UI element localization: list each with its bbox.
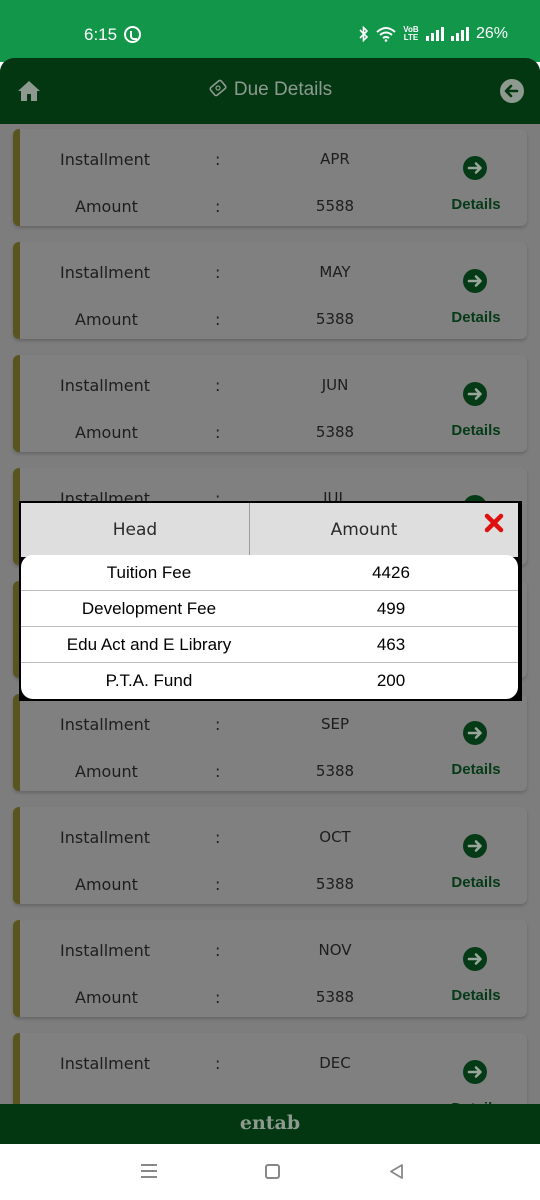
arrow-right-icon[interactable] (463, 834, 487, 858)
amount-label: Amount (75, 197, 138, 216)
colon: : (215, 715, 221, 734)
recent-apps-icon[interactable] (141, 1164, 157, 1178)
fee-amount: 499 (376, 599, 406, 618)
fee-breakdown-modal: Head Amount Tuition Fee 4426 Development F… (19, 501, 522, 701)
details-link[interactable]: Details (445, 196, 507, 213)
volte-badge: VoB LTE (403, 26, 419, 42)
installment-month: DEC (319, 1054, 351, 1072)
amount-value: 5388 (315, 310, 355, 328)
installment-label: Installment (60, 828, 151, 847)
fee-table: Tuition Fee 4426 Development Fee 499 Edu Act… (21, 555, 518, 699)
amount-label: Amount (75, 310, 138, 329)
installment-card: Installment: JUN Amount: 5388 Details (13, 355, 527, 452)
battery-percent: 26% (475, 25, 508, 42)
installment-label: Installment (60, 376, 151, 395)
installment-label: Installment (60, 1054, 151, 1073)
colon: : (215, 423, 221, 442)
amount-label: Amount (75, 423, 138, 442)
fee-row: Edu Act and E Library 463 (21, 627, 518, 663)
colon: : (215, 941, 221, 960)
fee-head: Edu Act and E Library (66, 635, 232, 654)
home-nav-icon[interactable] (265, 1164, 280, 1179)
status-icons: VoB LTE 26% (359, 25, 508, 43)
column-head: Head (112, 520, 158, 540)
installment-card: Installment: SEP Amount: 5388 Details (13, 694, 527, 791)
page-title: Due Details (0, 78, 540, 101)
signal-icon-1 (425, 27, 444, 41)
colon: : (215, 1054, 221, 1073)
ticket-icon (209, 79, 227, 97)
installment-card: Installment: NOV Amount: 5388 Details (13, 920, 527, 1017)
installment-label: Installment (60, 941, 151, 960)
back-nav-icon[interactable] (388, 1163, 405, 1180)
installment-card: Installment: APR Amount: 5588 Details (13, 129, 527, 226)
colon: : (215, 376, 221, 395)
arrow-right-icon[interactable] (463, 269, 487, 293)
colon: : (215, 762, 221, 781)
status-bar: 6:15 VoB LTE 26% (0, 0, 540, 62)
close-icon[interactable] (482, 511, 506, 535)
details-link[interactable]: Details (445, 987, 507, 1004)
amount-label: Amount (75, 762, 138, 781)
amount-label: Amount (75, 875, 138, 894)
page-title-text: Due Details (233, 79, 333, 100)
amount-value: 5388 (315, 875, 355, 893)
arrow-right-icon[interactable] (463, 947, 487, 971)
fee-amount: 463 (376, 635, 406, 654)
installment-card: Installment: MAY Amount: 5388 Details (13, 242, 527, 339)
arrow-right-icon[interactable] (463, 721, 487, 745)
colon: : (215, 150, 221, 169)
installment-card: Installment:DECAmount:5388Details (13, 1033, 527, 1104)
details-link[interactable]: Details (445, 874, 507, 891)
amount-label: Amount (75, 988, 138, 1007)
installment-card: Installment: OCT Amount: 5388 Details (13, 807, 527, 904)
arrow-right-icon[interactable] (463, 1060, 487, 1084)
installment-month: NOV (318, 941, 352, 959)
fee-row: Tuition Fee 4426 (21, 555, 518, 591)
colon: : (215, 197, 221, 216)
installment-month: SEP (320, 715, 350, 733)
amount-value: 5588 (315, 197, 355, 215)
installment-label: Installment (60, 715, 151, 734)
colon: : (215, 310, 221, 329)
signal-icon-2 (450, 27, 469, 41)
fee-row: Development Fee 499 (21, 591, 518, 627)
installment-month: APR (320, 150, 350, 168)
fee-head: Development Fee (81, 599, 217, 618)
fee-head: P.T.A. Fund (105, 671, 193, 690)
status-time: 6:15 (84, 25, 118, 44)
fee-amount: 200 (376, 671, 406, 690)
entab-logo: entab (239, 1112, 301, 1134)
arrow-right-icon[interactable] (463, 156, 487, 180)
amount-value: 5388 (315, 423, 355, 441)
wifi-icon (376, 27, 396, 42)
installment-label: Installment (60, 263, 151, 282)
colon: : (215, 875, 221, 894)
details-link[interactable]: Details (445, 422, 507, 439)
installment-month: MAY (319, 263, 351, 281)
installment-month: OCT (319, 828, 351, 846)
amount-value: 5388 (315, 988, 355, 1006)
details-link[interactable]: Details (445, 309, 507, 326)
colon: : (215, 988, 221, 1007)
volte-bottom: LTE (403, 33, 419, 42)
details-link[interactable]: Details (445, 761, 507, 778)
system-nav-bar (0, 1144, 540, 1200)
colon: : (215, 263, 221, 282)
whatsapp-icon (124, 26, 141, 43)
fee-amount: 4426 (372, 563, 410, 582)
colon: : (215, 828, 221, 847)
footer-bar: entab (0, 1104, 540, 1144)
installment-month: JUN (321, 376, 349, 394)
fee-row: P.T.A. Fund 200 (21, 663, 518, 699)
app-bar: Due Details (0, 58, 540, 124)
bluetooth-icon (359, 26, 369, 42)
back-arrow-icon[interactable] (500, 79, 524, 103)
installment-label: Installment (60, 150, 151, 169)
column-amount: Amount (330, 520, 398, 540)
fee-head: Tuition Fee (106, 563, 192, 582)
modal-header: Head Amount (21, 503, 518, 557)
arrow-right-icon[interactable] (463, 382, 487, 406)
amount-value: 5388 (315, 762, 355, 780)
